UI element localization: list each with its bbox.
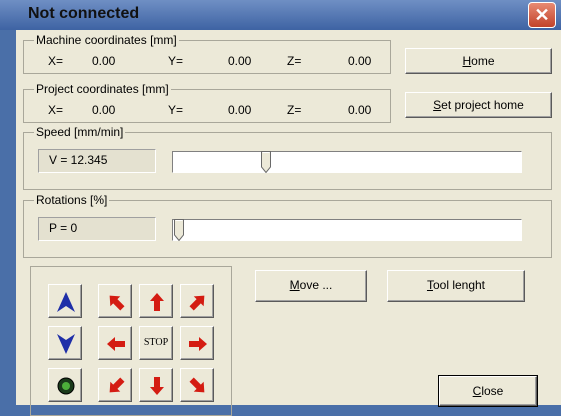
- project-coordinates-group: Project coordinates [mm] X= 0.00 Y= 0.00…: [23, 83, 391, 123]
- window-title: Not connected: [28, 5, 140, 22]
- speed-slider-thumb[interactable]: [261, 151, 272, 173]
- arrow-down-left-icon: [109, 377, 125, 393]
- z-up-arrow-icon: [57, 292, 75, 312]
- machine-coordinates-label: Machine coordinates [mm]: [34, 33, 179, 47]
- arrow-up-left-icon: [109, 295, 125, 311]
- z-down-button[interactable]: [48, 326, 82, 360]
- jog-down-left-button[interactable]: [98, 368, 132, 402]
- z-down-arrow-icon: [57, 334, 75, 354]
- set-project-home-accel: S: [433, 98, 442, 112]
- home-button-label: ome: [471, 54, 495, 68]
- jog-up-left-button[interactable]: [98, 284, 132, 318]
- machine-coordinates-group: Machine coordinates [mm] X= 0.00 Y= 0.00…: [23, 34, 391, 74]
- tool-length-label: ool lenght: [432, 278, 486, 292]
- project-z-value: 0.00: [348, 103, 372, 117]
- jog-up-right-button[interactable]: [180, 284, 214, 318]
- stop-button[interactable]: STOP: [139, 326, 173, 360]
- close-button[interactable]: Close: [438, 375, 538, 407]
- jog-up-button[interactable]: [139, 284, 173, 318]
- machine-y-value: 0.00: [228, 54, 252, 68]
- dialog-client: Machine coordinates [mm] X= 0.00 Y= 0.00…: [16, 30, 561, 416]
- project-y-label: Y=: [168, 103, 184, 117]
- rotations-slider-track[interactable]: [172, 219, 522, 241]
- rotations-label: Rotations [%]: [34, 193, 110, 207]
- home-button[interactable]: Home: [405, 48, 552, 74]
- jog-left-button[interactable]: [98, 326, 132, 360]
- machine-x-label: X=: [48, 54, 64, 68]
- rotations-display: P = 0: [38, 217, 156, 241]
- set-project-home-label: et project home: [441, 98, 524, 112]
- jog-down-button[interactable]: [139, 368, 173, 402]
- machine-y-label: Y=: [168, 54, 184, 68]
- led-button[interactable]: [48, 368, 82, 402]
- project-y-value: 0.00: [228, 103, 252, 117]
- rotations-slider-thumb[interactable]: [174, 219, 184, 241]
- arrow-up-icon: [150, 293, 164, 311]
- jog-down-right-button[interactable]: [180, 368, 214, 402]
- machine-z-label: Z=: [287, 54, 302, 68]
- arrow-left-icon: [107, 337, 125, 351]
- set-project-home-button[interactable]: Set project home: [405, 92, 552, 118]
- project-coordinates-label: Project coordinates [mm]: [34, 82, 171, 96]
- arrow-down-icon: [150, 377, 164, 395]
- move-button[interactable]: Move ...: [255, 270, 367, 302]
- move-button-label: ove ...: [299, 278, 333, 292]
- tool-length-button[interactable]: Tool lenght: [387, 270, 525, 302]
- move-button-accel: M: [289, 278, 300, 292]
- speed-display: V = 12.345: [38, 149, 156, 173]
- speed-slider-track[interactable]: [172, 151, 522, 173]
- z-up-button[interactable]: [48, 284, 82, 318]
- led-indicator-icon: [57, 377, 75, 395]
- close-button-label: lose: [481, 384, 504, 398]
- jog-right-button[interactable]: [180, 326, 214, 360]
- arrow-right-icon: [189, 337, 207, 351]
- machine-x-value: 0.00: [92, 54, 116, 68]
- speed-group: Speed [mm/min] V = 12.345: [23, 126, 552, 190]
- project-z-label: Z=: [287, 103, 302, 117]
- speed-label: Speed [mm/min]: [34, 125, 126, 139]
- title-bar: Not connected ✕: [0, 0, 561, 30]
- machine-z-value: 0.00: [348, 54, 372, 68]
- arrow-up-right-icon: [189, 295, 205, 311]
- close-window-button[interactable]: ✕: [528, 2, 556, 28]
- project-x-label: X=: [48, 103, 64, 117]
- arrow-down-right-icon: [189, 377, 205, 393]
- rotations-group: Rotations [%] P = 0: [23, 194, 552, 258]
- project-x-value: 0.00: [92, 103, 116, 117]
- home-button-accel: H: [462, 54, 472, 68]
